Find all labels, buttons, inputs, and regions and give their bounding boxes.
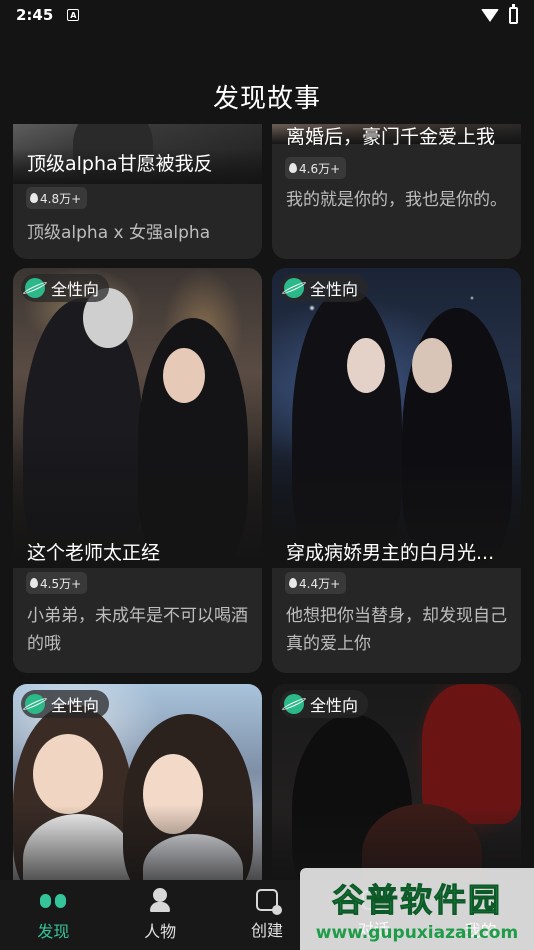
story-card[interactable]: 顶级alpha甘愿被我反 4.8万+ 顶级alpha x 女强alpha [13,124,262,259]
heat-count: 4.6万+ [299,161,341,176]
story-cover-image [272,268,521,568]
story-desc: 顶级alpha x 女强alpha [27,223,211,243]
binoculars-icon [40,888,67,912]
watermark-url: www.gupuxiazai.com [315,923,519,943]
story-title: 这个老师太正经 [27,542,161,564]
tag-label: 全性向 [310,280,359,299]
orientation-tag: 全性向 [280,690,369,718]
page-title: 发现故事 [212,84,321,114]
status-icons [481,3,518,24]
notification-a-icon: A [67,9,80,21]
story-title: 顶级alpha甘愿被我反 [27,153,213,175]
heat-badge: 4.5万+ [26,572,88,594]
tag-label: 全性向 [51,280,100,299]
story-card[interactable]: 全性向 穿成病娇男主的白月光... 4.4万+ 他想把你当替身，却发现自己真的爱… [272,268,521,673]
nav-item-discover[interactable]: 发现 [0,888,106,942]
story-desc: 我的就是你的，我也是你的。 [286,190,507,210]
story-title: 离婚后，豪门千金爱上我 [286,126,496,148]
nav-label: 人物 [144,922,177,941]
tag-label: 全性向 [51,696,100,715]
watermark-logo: 谷普软件园 www.gupuxiazai.com [300,868,534,950]
nav-label: 发现 [37,922,70,941]
status-bar: 2:45 A [0,0,534,30]
flame-icon [289,578,297,588]
planet-icon [25,278,45,298]
nav-item-characters[interactable]: 人物 [107,888,213,942]
story-cover-image [13,268,262,568]
nav-label: 创建 [250,921,283,940]
flame-icon [30,578,38,588]
story-feed[interactable]: 顶级alpha甘愿被我反 4.8万+ 顶级alpha x 女强alpha 离婚后… [0,124,534,880]
orientation-tag: 全性向 [280,274,369,302]
flame-icon [289,163,297,173]
story-desc: 他想把你当替身，却发现自己真的爱上你 [286,606,507,654]
heat-count: 4.8万+ [40,191,82,206]
planet-icon [25,694,45,714]
story-card[interactable]: 全性向 这个老师太正经 4.5万+ 小弟弟，未成年是不可以喝酒的哦 [13,268,262,673]
story-desc: 小弟弟，未成年是不可以喝酒的哦 [27,606,248,654]
heat-count: 4.5万+ [40,576,82,591]
story-card[interactable]: 全性向 [272,684,521,880]
heat-badge: 4.4万+ [285,572,347,594]
orientation-tag: 全性向 [21,690,110,718]
story-card[interactable]: 离婚后，豪门千金爱上我 4.6万+ 我的就是你的，我也是你的。 [272,124,521,259]
heat-badge: 4.8万+ [26,187,88,209]
heat-count: 4.4万+ [299,576,341,591]
create-icon [255,889,282,915]
planet-icon [284,278,304,298]
wifi-icon [481,8,499,22]
watermark-main: 谷普软件园 [331,881,502,920]
status-time: 2:45 [16,6,54,24]
planet-icon [284,694,304,714]
orientation-tag: 全性向 [21,274,110,302]
person-icon [147,888,173,912]
tag-label: 全性向 [310,696,359,715]
story-card[interactable]: 全性向 [13,684,262,880]
battery-icon [509,3,518,24]
heat-badge: 4.6万+ [285,157,347,179]
story-title: 穿成病娇男主的白月光... [286,542,495,564]
flame-icon [30,193,38,203]
